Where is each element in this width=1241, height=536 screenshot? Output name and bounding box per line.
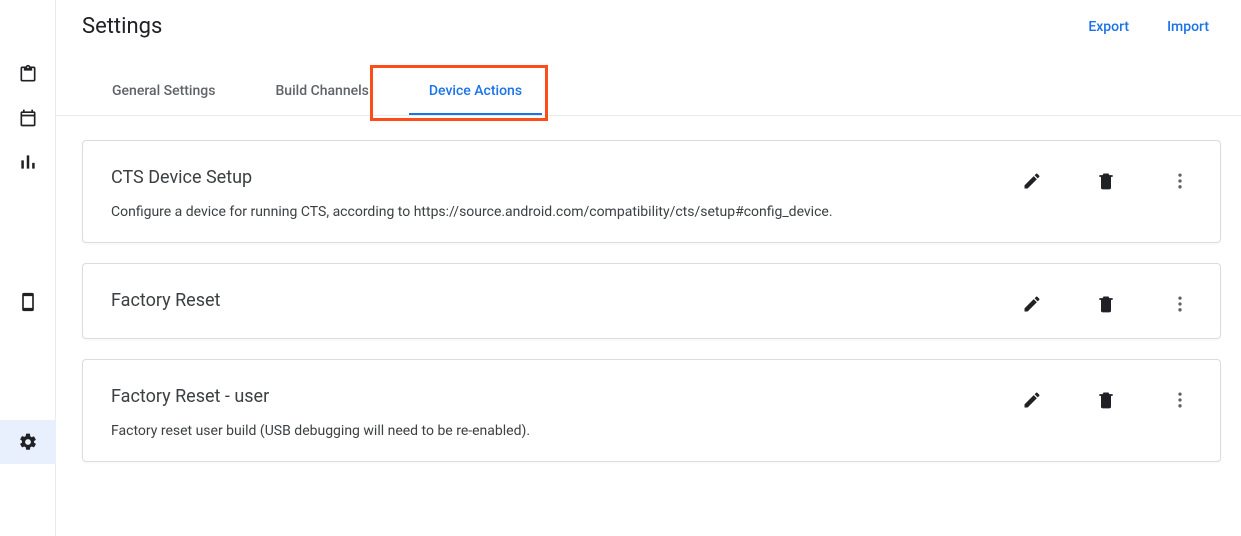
edit-icon — [1022, 171, 1042, 191]
edit-button[interactable] — [1020, 292, 1044, 316]
card-description: Configure a device for running CTS, acco… — [111, 204, 1020, 220]
calendar-icon — [18, 108, 38, 128]
card-title: Factory Reset — [111, 290, 1020, 311]
card-actions — [1020, 386, 1192, 412]
sidebar — [0, 0, 56, 536]
card-title: Factory Reset - user — [111, 386, 1020, 407]
edit-icon — [1022, 390, 1042, 410]
more-vert-icon — [1170, 171, 1190, 191]
card-title: CTS Device Setup — [111, 167, 1020, 188]
main-content: Settings Export Import General Settings … — [56, 0, 1241, 536]
tabs: General Settings Build Channels Device A… — [56, 69, 1241, 116]
chart-icon — [18, 152, 38, 172]
card-actions — [1020, 167, 1192, 193]
card-actions — [1020, 290, 1192, 316]
delete-icon — [1096, 390, 1116, 410]
delete-icon — [1096, 294, 1116, 314]
action-card-cts: CTS Device Setup Configure a device for … — [82, 140, 1221, 243]
card-body: Factory Reset — [111, 290, 1020, 311]
header: Settings Export Import — [56, 0, 1241, 39]
tab-build-channels[interactable]: Build Channels — [245, 69, 398, 115]
header-actions: Export Import — [1088, 19, 1209, 35]
action-card-factory-reset: Factory Reset — [82, 263, 1221, 339]
export-link[interactable]: Export — [1088, 19, 1129, 35]
action-card-factory-reset-user: Factory Reset - user Factory reset user … — [82, 359, 1221, 462]
sidebar-item-chart[interactable] — [0, 140, 56, 184]
delete-button[interactable] — [1094, 169, 1118, 193]
more-vert-icon — [1170, 390, 1190, 410]
card-body: Factory Reset - user Factory reset user … — [111, 386, 1020, 439]
device-actions-list: CTS Device Setup Configure a device for … — [56, 116, 1241, 462]
page-title: Settings — [82, 14, 162, 39]
edit-button[interactable] — [1020, 388, 1044, 412]
more-vert-icon — [1170, 294, 1190, 314]
sidebar-item-settings[interactable] — [0, 420, 56, 464]
gear-icon — [18, 432, 38, 452]
more-button[interactable] — [1168, 388, 1192, 412]
sidebar-item-clipboard[interactable] — [0, 52, 56, 96]
sidebar-item-device[interactable] — [0, 280, 56, 324]
edit-icon — [1022, 294, 1042, 314]
sidebar-item-calendar[interactable] — [0, 96, 56, 140]
delete-button[interactable] — [1094, 292, 1118, 316]
clipboard-icon — [18, 64, 38, 84]
edit-button[interactable] — [1020, 169, 1044, 193]
more-button[interactable] — [1168, 292, 1192, 316]
card-description: Factory reset user build (USB debugging … — [111, 423, 1020, 439]
card-body: CTS Device Setup Configure a device for … — [111, 167, 1020, 220]
import-link[interactable]: Import — [1167, 19, 1209, 35]
delete-button[interactable] — [1094, 388, 1118, 412]
delete-icon — [1096, 171, 1116, 191]
device-icon — [18, 292, 38, 312]
more-button[interactable] — [1168, 169, 1192, 193]
tab-device-actions[interactable]: Device Actions — [399, 69, 552, 115]
tab-general-settings[interactable]: General Settings — [82, 69, 245, 115]
